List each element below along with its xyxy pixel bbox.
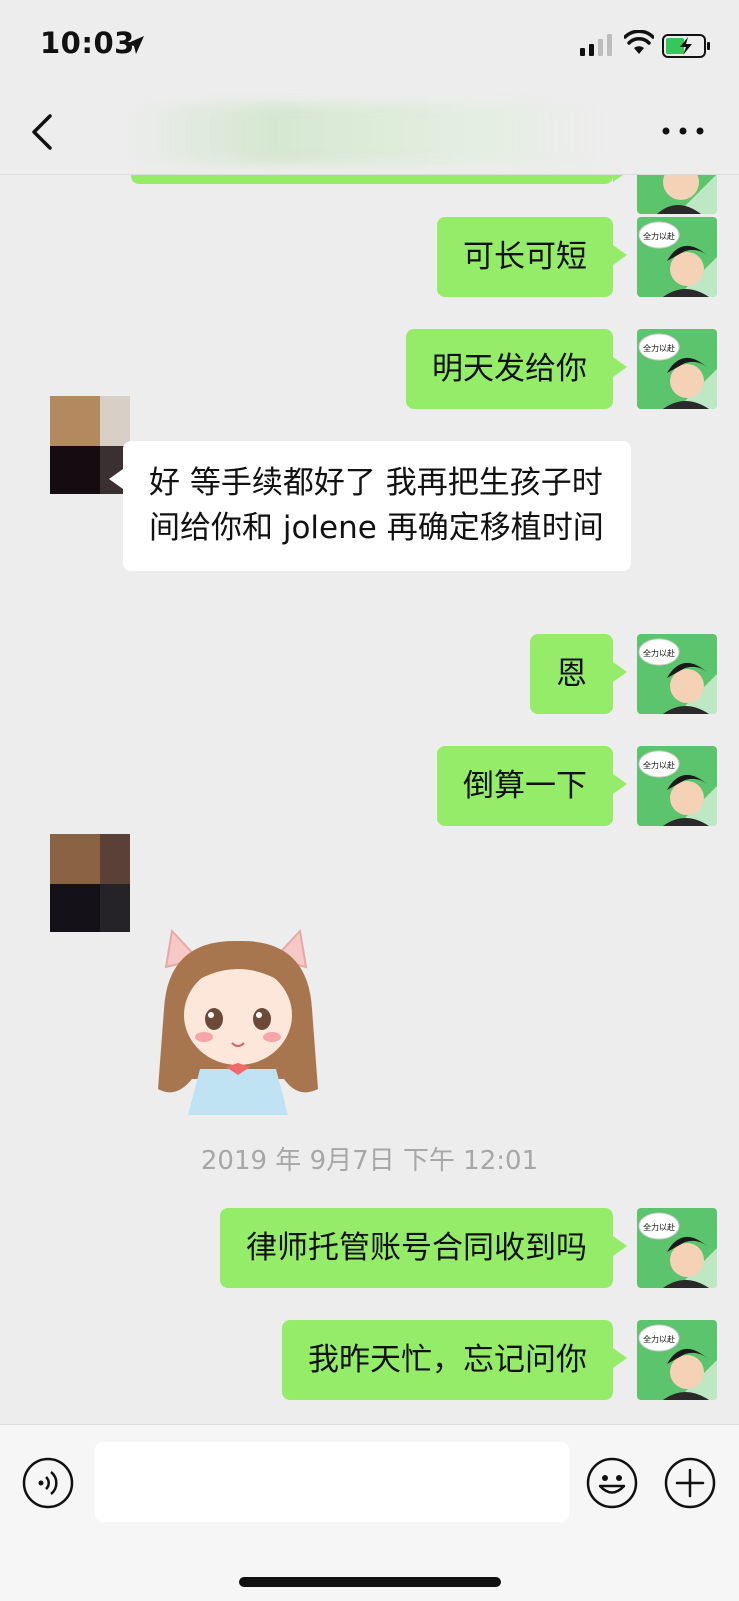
message-bubble[interactable]: 好 等手续都好了 我再把生孩子时间给你和 jolene 再确定移植时间 <box>109 441 631 571</box>
contact-avatar-pixelated[interactable] <box>50 834 130 934</box>
message-bubble[interactable]: 倒算一下 <box>437 746 627 826</box>
location-arrow-icon <box>126 36 144 54</box>
message-row: 律师托管账号合同收到吗 全力以赴 <box>220 1208 717 1288</box>
avatar-caption: 全力以赴 <box>643 648 675 658</box>
battery-charging-icon <box>662 34 710 58</box>
home-indicator[interactable] <box>239 1577 501 1587</box>
message-bubble[interactable] <box>131 174 627 184</box>
message-row <box>131 174 717 214</box>
message-bubble[interactable]: 我昨天忙，忘记问你 <box>282 1320 627 1400</box>
sticker-image <box>158 928 318 1115</box>
my-avatar-image: 全力以赴 <box>637 634 717 714</box>
my-avatar[interactable]: 全力以赴 <box>637 329 717 409</box>
my-avatar[interactable]: 全力以赴 <box>637 1208 717 1288</box>
contact-avatar-image <box>50 834 130 932</box>
message-row: 明天发给你 全力以赴 <box>406 329 717 409</box>
my-avatar[interactable]: 全力以赴 <box>637 634 717 714</box>
message-bubble[interactable]: 明天发给你 <box>406 329 627 409</box>
message-row: 恩 全力以赴 <box>530 634 717 714</box>
my-avatar-image: 全力以赴 <box>637 329 717 409</box>
message-list[interactable]: 可长可短 全力以赴 明天发给你 全力以赴 好 等手续都好了 我再把生孩子时间给你… <box>0 174 739 1424</box>
message-bubble[interactable]: 恩 <box>530 634 627 714</box>
sticker-girl-cat-ears[interactable] <box>148 919 328 1119</box>
avatar-caption: 全力以赴 <box>643 760 675 770</box>
chat-title-blurred <box>130 104 600 164</box>
chat-header <box>0 90 739 175</box>
emoji-icon[interactable] <box>586 1457 638 1509</box>
message-timestamp: 2019 年 9月7日 下午 12:01 <box>200 1146 539 1176</box>
avatar-caption: 全力以赴 <box>643 1222 675 1232</box>
message-row: 我昨天忙，忘记问你 全力以赴 <box>282 1320 717 1400</box>
more-options-icon[interactable] <box>658 116 708 146</box>
input-toolbar <box>0 1424 739 1601</box>
message-input[interactable] <box>95 1442 569 1522</box>
my-avatar[interactable] <box>637 174 717 214</box>
my-avatar-image: 全力以赴 <box>637 1320 717 1400</box>
message-row: 倒算一下 全力以赴 <box>437 746 717 826</box>
status-bar: 10:03 <box>0 0 739 90</box>
my-avatar[interactable]: 全力以赴 <box>637 217 717 297</box>
voice-input-icon[interactable] <box>22 1457 74 1509</box>
my-avatar[interactable]: 全力以赴 <box>637 1320 717 1400</box>
message-bubble[interactable]: 律师托管账号合同收到吗 <box>220 1208 627 1288</box>
message-row: 可长可短 全力以赴 <box>437 217 717 297</box>
status-time: 10:03 <box>40 26 135 60</box>
my-avatar-image <box>637 174 717 214</box>
cellular-signal-icon <box>580 34 612 56</box>
my-avatar-image: 全力以赴 <box>637 746 717 826</box>
avatar-caption: 全力以赴 <box>643 343 675 353</box>
add-attachment-icon[interactable] <box>664 1457 716 1509</box>
my-avatar-image: 全力以赴 <box>637 217 717 297</box>
back-chevron-icon[interactable] <box>24 110 64 154</box>
wifi-icon <box>624 30 654 54</box>
message-bubble[interactable]: 可长可短 <box>437 217 627 297</box>
avatar-caption: 全力以赴 <box>643 1334 675 1344</box>
my-avatar[interactable]: 全力以赴 <box>637 746 717 826</box>
avatar-caption: 全力以赴 <box>643 231 675 241</box>
my-avatar-image: 全力以赴 <box>637 1208 717 1288</box>
